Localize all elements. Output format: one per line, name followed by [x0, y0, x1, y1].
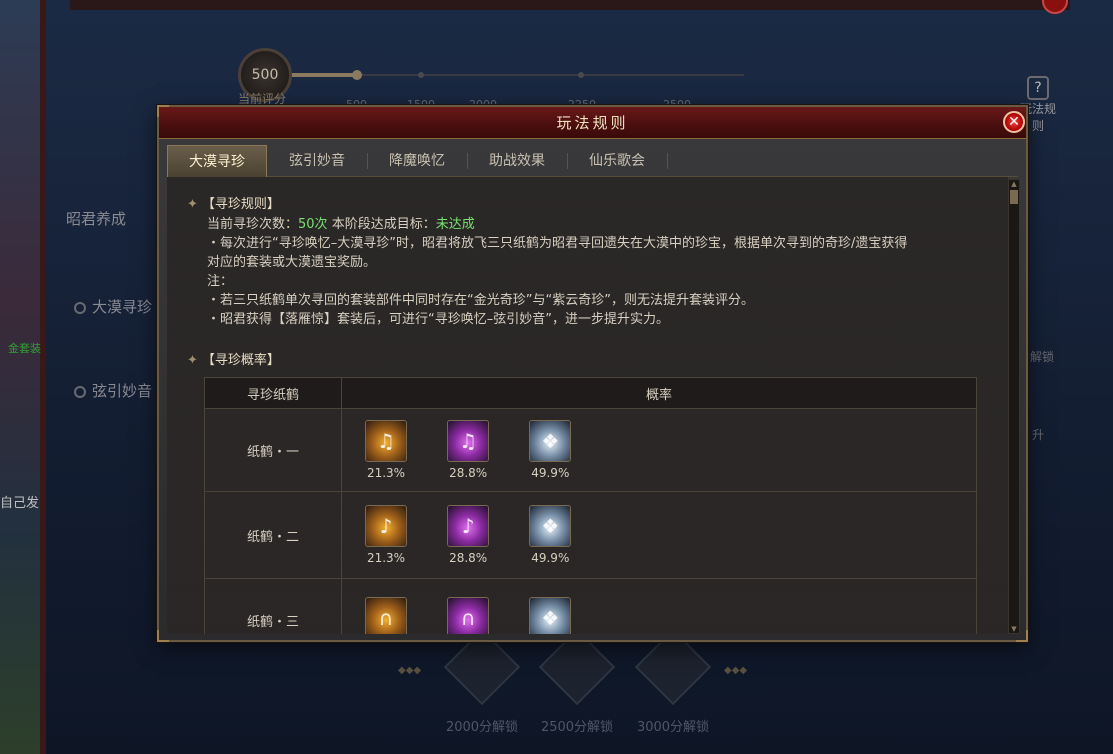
item-cell: ♫ 21.3% ♫ 28.8% ❖ 49.9% [341, 408, 977, 492]
reward-item[interactable]: ♪ 28.8% [438, 505, 498, 565]
crane-name: 纸鹤・二 [204, 491, 342, 579]
question-icon: ? [1027, 76, 1049, 100]
side-item-strings[interactable]: 弦引妙音 [74, 380, 152, 401]
column-header: 寻珍纸鹤 [204, 377, 342, 409]
count-line: 当前寻珍次数：50次 本阶段达成目标：未达成 [207, 215, 475, 234]
scroll-down-icon[interactable]: ▼ [1009, 625, 1019, 633]
golden-ribbon-icon: ∩ [365, 597, 407, 634]
side-item-desert[interactable]: 大漠寻珍 [74, 296, 152, 317]
count-value: 50次 [298, 217, 328, 232]
rule-line: 注： [207, 274, 234, 289]
rules-content: ✦ 【寻珍规则】 当前寻珍次数：50次 本阶段达成目标：未达成 ・每次进行“寻珍唤… [167, 177, 1008, 634]
purple-bell-icon: ♫ [447, 420, 490, 462]
decoration-icon: ◆◆◆ [724, 665, 748, 676]
tab-strings-melody[interactable]: 弦引妙音 [267, 145, 367, 177]
tab-demon-memory[interactable]: 降魔唤忆 [367, 145, 467, 177]
rule-line: 对应的套装或大漠遗宝奖励。 [207, 255, 377, 270]
item-probability: 21.3% [366, 466, 406, 480]
item-probability: 49.9% [531, 466, 570, 480]
purple-pipa-icon: ♪ [447, 505, 490, 547]
item-cell: ♪ 21.3% ♪ 28.8% ❖ 49.9% [341, 491, 977, 579]
corner-ornament [157, 105, 169, 117]
item-probability: 21.3% [366, 551, 406, 565]
table-row: 纸鹤・二 ♪ 21.3% ♪ 28.8% ❖ 49.9% [204, 491, 977, 579]
rule-line: ・每次进行“寻珍唤忆–大漠寻珍”时，昭君将放飞三只纸鹤为昭君寻回遗失在大漠中的珍… [207, 236, 908, 251]
content-scrollbar[interactable]: ▲ ▼ [1008, 179, 1020, 634]
target-prefix: 本阶段达成目标： [327, 217, 436, 232]
decoration-icon: ◆◆◆ [398, 665, 422, 676]
unlock-slot[interactable]: 3000分解锁 [633, 628, 713, 735]
diamond-bullet-icon: ✦ [187, 353, 198, 368]
item-cell: ∩ ∩ ❖ [341, 578, 977, 634]
reward-item[interactable]: ∩ [438, 597, 498, 634]
item-probability: 28.8% [449, 551, 488, 565]
tab-assist-effect[interactable]: 助战效果 [467, 145, 567, 177]
progress-dot [418, 72, 424, 78]
unlock-tag: 解锁 [1030, 350, 1055, 364]
silver-treasure-bag-icon: ❖ [529, 597, 572, 634]
scroll-thumb[interactable] [1010, 190, 1018, 204]
rule-line: ・昭君获得【落雁惊】套装后，可进行“寻珍唤忆–弦引妙音”，进一步提升实力。 [207, 312, 669, 327]
crane-name: 纸鹤・一 [204, 408, 342, 492]
progress-dot [578, 72, 584, 78]
unlock-slot[interactable]: 2500分解锁 [537, 628, 617, 735]
radio-icon [74, 301, 86, 314]
reward-item[interactable]: ∩ [356, 597, 416, 634]
upgrade-tag: 升 [1032, 428, 1045, 442]
tab-fairy-concert[interactable]: 仙乐歌会 [567, 145, 667, 177]
radio-icon [74, 385, 86, 398]
reward-item[interactable]: ♫ 21.3% [356, 420, 416, 480]
rules-section-title: ✦ 【寻珍规则】 [187, 193, 280, 212]
tab-desert-treasure[interactable]: 大漠寻珍 [167, 145, 267, 177]
crane-name: 纸鹤・三 [204, 578, 342, 634]
silver-treasure-bag-icon: ❖ [529, 505, 572, 547]
table-row: 纸鹤・三 ∩ ∩ ❖ [204, 578, 977, 634]
side-item-zhaojun[interactable]: 昭君养成 [66, 208, 126, 229]
side-green-text: 金套装 [8, 342, 41, 355]
golden-pipa-icon: ♪ [365, 505, 407, 547]
item-probability: 49.9% [531, 551, 570, 565]
progress-fill [292, 73, 360, 77]
unlock-slot-label: 2500分解锁 [540, 720, 614, 735]
table-row: 纸鹤・一 ♫ 21.3% ♫ 28.8% ❖ 49.9% [204, 408, 977, 492]
diamond-bullet-icon: ✦ [187, 197, 198, 212]
rule-line: ・若三只纸鹤单次寻回的套装部件中同时存在“金光奇珍”与“紫云奇珍”，则无法提升套… [207, 293, 754, 308]
close-icon[interactable]: ✕ [1003, 111, 1025, 133]
tab-divider [667, 153, 668, 169]
section-title-text: 【寻珍概率】 [201, 353, 280, 368]
rules-dialog: 玩法规则 ✕ 大漠寻珍 弦引妙音 降魔唤忆 助战效果 仙乐歌会 ✦ 【寻珍规则】 … [157, 105, 1028, 642]
unlock-slot-label: 3000分解锁 [636, 720, 710, 735]
game-screen: 500 当前评分 500 1500 2000 2250 2500 昭君养成 大漠… [0, 0, 1113, 754]
unlock-slot-label: 2000分解锁 [445, 720, 519, 735]
count-prefix: 当前寻珍次数： [207, 217, 299, 232]
side-item-label: 弦引妙音 [92, 382, 153, 400]
reward-item[interactable]: ❖ 49.9% [520, 420, 580, 480]
table-header-row: 寻珍纸鹤 概率 [204, 377, 977, 409]
item-probability: 28.8% [449, 466, 488, 480]
prob-section-title: ✦ 【寻珍概率】 [187, 349, 280, 368]
column-header: 概率 [341, 377, 977, 409]
probability-table: 寻珍纸鹤 概率 纸鹤・一 ♫ 21.3% ♫ 28.8% ❖ 49.9% 纸鹤・… [204, 377, 977, 634]
section-title-text: 【寻珍规则】 [201, 197, 280, 212]
side-left-text: 自己发 [0, 496, 40, 511]
background-title-bar [70, 0, 1070, 10]
side-item-label: 大漠寻珍 [92, 298, 153, 316]
reward-item[interactable]: ♪ 21.3% [356, 505, 416, 565]
reward-item[interactable]: ❖ 49.9% [520, 505, 580, 565]
progress-dot [352, 70, 362, 80]
target-value: 未达成 [435, 217, 475, 232]
tab-bar: 大漠寻珍 弦引妙音 降魔唤忆 助战效果 仙乐歌会 [167, 145, 1018, 177]
silver-treasure-bag-icon: ❖ [529, 420, 572, 462]
scroll-up-icon[interactable]: ▲ [1009, 180, 1019, 188]
dialog-title: 玩法规则 [556, 114, 629, 132]
golden-bell-icon: ♫ [365, 420, 407, 462]
purple-ribbon-icon: ∩ [447, 597, 490, 634]
unlock-slot[interactable]: 2000分解锁 [442, 628, 522, 735]
reward-item[interactable]: ♫ 28.8% [438, 420, 498, 480]
side-item-label: 昭君养成 [66, 210, 127, 228]
reward-item[interactable]: ❖ [520, 597, 580, 634]
